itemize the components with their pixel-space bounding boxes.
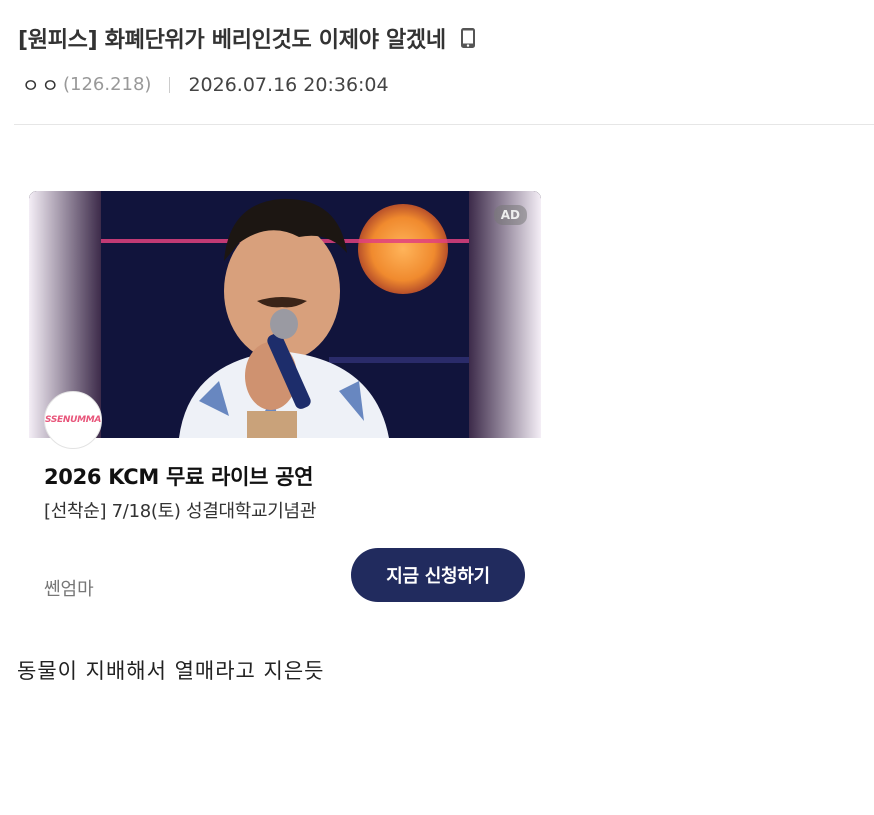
ad-image[interactable]: AD [29, 191, 541, 438]
author-nickname[interactable]: ㅇㅇ [22, 71, 61, 98]
ad-badge: AD [493, 205, 527, 225]
advertiser-logo[interactable]: SSENUMMA [44, 391, 102, 449]
post-meta: ㅇㅇ (126.218) 2026.07.16 20:36:04 [22, 71, 389, 98]
ad-card[interactable]: AD SSENUMMA 2026 KCM 무료 라이브 공연 [선착순] 7/1… [29, 191, 541, 621]
header-divider [14, 124, 874, 125]
author-ip: (126.218) [62, 74, 152, 95]
mobile-phone-icon [460, 27, 476, 49]
ad-title[interactable]: 2026 KCM 무료 라이브 공연 [44, 461, 313, 491]
ad-description[interactable]: [선착순] 7/18(토) 성결대학교기념관 [44, 497, 316, 523]
post-header: [원피스] 화폐단위가 베리인것도 이제야 알겠네 ㅇㅇ (126.218) 2… [0, 0, 874, 125]
title-row: [원피스] 화폐단위가 베리인것도 이제야 알겠네 [18, 22, 476, 54]
advertiser-logo-text: SSENUMMA [44, 415, 102, 425]
advertiser-name[interactable]: 쎈엄마 [44, 575, 94, 601]
post-datetime: 2026.07.16 20:36:04 [188, 73, 389, 96]
post-body: 동물이 지배해서 열매라고 지은듯 [17, 659, 325, 683]
meta-separator [169, 76, 171, 93]
post-title: [원피스] 화폐단위가 베리인것도 이제야 알겠네 [18, 28, 446, 53]
ad-cta-button[interactable]: 지금 신청하기 [351, 548, 525, 602]
